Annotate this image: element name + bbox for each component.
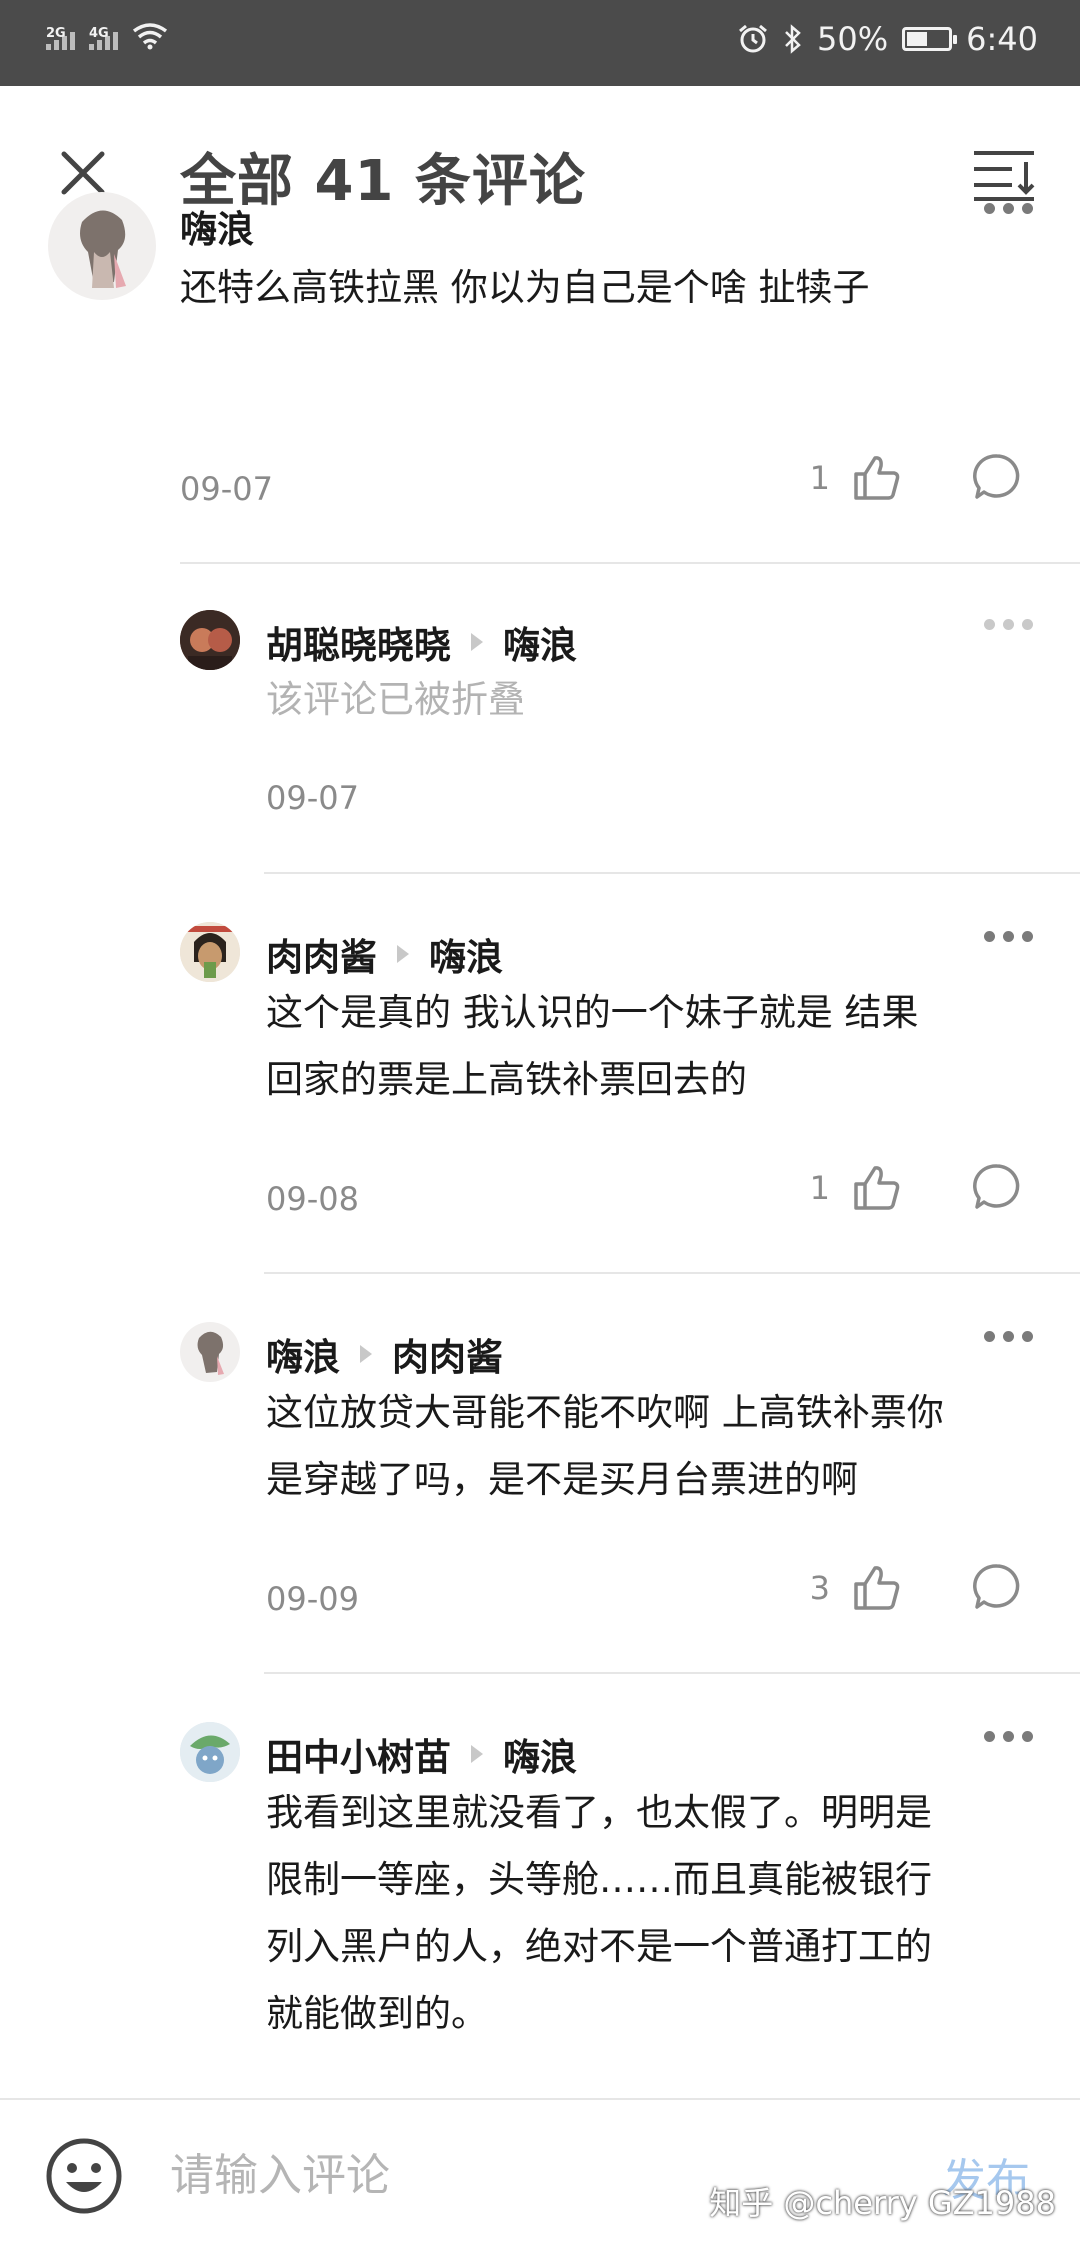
network-type-1: 2G — [46, 26, 66, 41]
comment-text-line: 回家的票是上高铁补票回去的 — [266, 1058, 747, 1101]
bluetooth-icon — [785, 24, 801, 54]
reply-arrow-icon — [471, 1745, 483, 1763]
like-count: 1 — [809, 459, 830, 497]
comment-text-line: 限制一等座，头等舱……而且真能被银行 — [266, 1858, 932, 1901]
comment-text-line: 列入黑户的人，绝对不是一个普通打工的 — [266, 1925, 932, 1968]
comment-text-line: 还特么高铁拉黑 你以为自己是个啥 扯犊子 — [180, 266, 870, 309]
like-count: 1 — [809, 1169, 830, 1207]
comment-date: 09-08 — [266, 1180, 359, 1218]
comment-author[interactable]: 嗨浪 — [180, 199, 254, 253]
close-icon[interactable] — [58, 148, 108, 198]
like-count: 3 — [809, 1569, 830, 1607]
reply-arrow-icon — [397, 945, 409, 963]
comment-text: 这个是真的 我认识的一个妹子就是 结果 回家的票是上高铁补票回去的 — [266, 979, 919, 1113]
comment-author: 胡聪晓晓晓 嗨浪 — [266, 615, 577, 669]
comment-text: 我看到这里就没看了，也太假了。明明是 限制一等座，头等舱……而且真能被银行 列入… — [266, 1779, 932, 2047]
emoji-icon[interactable] — [44, 2136, 124, 2216]
watermark: 知乎 @cherry GZ1988 — [709, 2184, 1056, 2222]
reply-arrow-icon — [471, 633, 483, 651]
signal-icon: 4G — [89, 26, 118, 50]
thumbs-up-icon[interactable] — [852, 452, 902, 502]
author-name[interactable]: 胡聪晓晓晓 — [266, 615, 451, 669]
thumbs-up-icon[interactable] — [852, 1162, 902, 1212]
battery-icon — [902, 27, 958, 51]
author-name[interactable]: 田中小树苗 — [266, 1727, 451, 1781]
reply-to-name[interactable]: 肉肉酱 — [392, 1327, 503, 1381]
more-options-icon[interactable] — [984, 1726, 1036, 1746]
reply-to-name[interactable]: 嗨浪 — [503, 615, 577, 669]
avatar[interactable] — [48, 192, 156, 300]
author-name[interactable]: 肉肉酱 — [266, 927, 377, 981]
comment-input-bar: 发布 知乎 @cherry GZ1988 — [0, 2098, 1080, 2246]
avatar[interactable] — [180, 1322, 240, 1382]
more-options-icon[interactable] — [984, 926, 1036, 946]
alarm-icon — [739, 24, 767, 53]
network-type-2: 4G — [89, 26, 109, 41]
author-name[interactable]: 嗨浪 — [180, 199, 254, 253]
comment-text-line: 这个是真的 我认识的一个妹子就是 结果 — [266, 991, 919, 1034]
comment-text-line: 该评论已被折叠 — [266, 678, 525, 721]
more-options-icon[interactable] — [984, 614, 1036, 634]
reply-arrow-icon — [360, 1345, 372, 1363]
avatar[interactable] — [180, 922, 240, 982]
comment-author: 田中小树苗 嗨浪 — [266, 1727, 577, 1781]
author-name[interactable]: 嗨浪 — [266, 1327, 340, 1381]
battery-percent: 50% — [817, 20, 889, 58]
comment-date: 09-07 — [266, 779, 359, 817]
more-options-icon[interactable] — [984, 1326, 1036, 1346]
comment-author: 嗨浪 肉肉酱 — [266, 1327, 503, 1381]
divider — [264, 872, 1080, 874]
clock: 6:40 — [966, 20, 1038, 58]
comment-date: 09-09 — [266, 1580, 359, 1618]
comment-text-line: 就能做到的。 — [266, 1992, 488, 2035]
status-bar: 2G 4G 50% 6:40 — [0, 0, 1080, 86]
avatar[interactable] — [180, 1722, 240, 1782]
sheet-header: 全部 41 条评论 — [0, 86, 1080, 256]
comment-input[interactable] — [170, 2142, 730, 2208]
divider — [264, 1672, 1080, 1674]
reply-to-name[interactable]: 嗨浪 — [503, 1727, 577, 1781]
comment-text-line: 是穿越了吗，是不是买月台票进的啊 — [266, 1458, 858, 1501]
more-options-icon[interactable] — [984, 198, 1036, 218]
comments-sheet: 全部 41 条评论 嗨浪 还特么高铁拉黑 你以为自己是个啥 扯犊子 09-07 … — [0, 86, 1080, 2244]
thumbs-up-icon[interactable] — [852, 1562, 902, 1612]
comment-text: 还特么高铁拉黑 你以为自己是个啥 扯犊子 — [180, 254, 870, 321]
signal-icon: 2G — [46, 26, 75, 50]
wifi-icon — [132, 23, 168, 50]
comment-text: 这位放贷大哥能不能不吹啊 上高铁补票你 是穿越了吗，是不是买月台票进的啊 — [266, 1379, 944, 1513]
comment-date: 09-07 — [180, 470, 273, 508]
reply-bubble-icon[interactable] — [972, 1162, 1022, 1212]
comment-author: 肉肉酱 嗨浪 — [266, 927, 503, 981]
comment-text: 该评论已被折叠 — [266, 666, 525, 733]
sort-icon[interactable] — [972, 148, 1038, 202]
avatar[interactable] — [180, 610, 240, 670]
divider — [264, 1272, 1080, 1274]
comment-text-line: 我看到这里就没看了，也太假了。明明是 — [266, 1791, 932, 1834]
reply-bubble-icon[interactable] — [972, 452, 1022, 502]
reply-bubble-icon[interactable] — [972, 1562, 1022, 1612]
divider — [180, 562, 1080, 564]
comment-text-line: 这位放贷大哥能不能不吹啊 上高铁补票你 — [266, 1391, 944, 1434]
reply-to-name[interactable]: 嗨浪 — [429, 927, 503, 981]
